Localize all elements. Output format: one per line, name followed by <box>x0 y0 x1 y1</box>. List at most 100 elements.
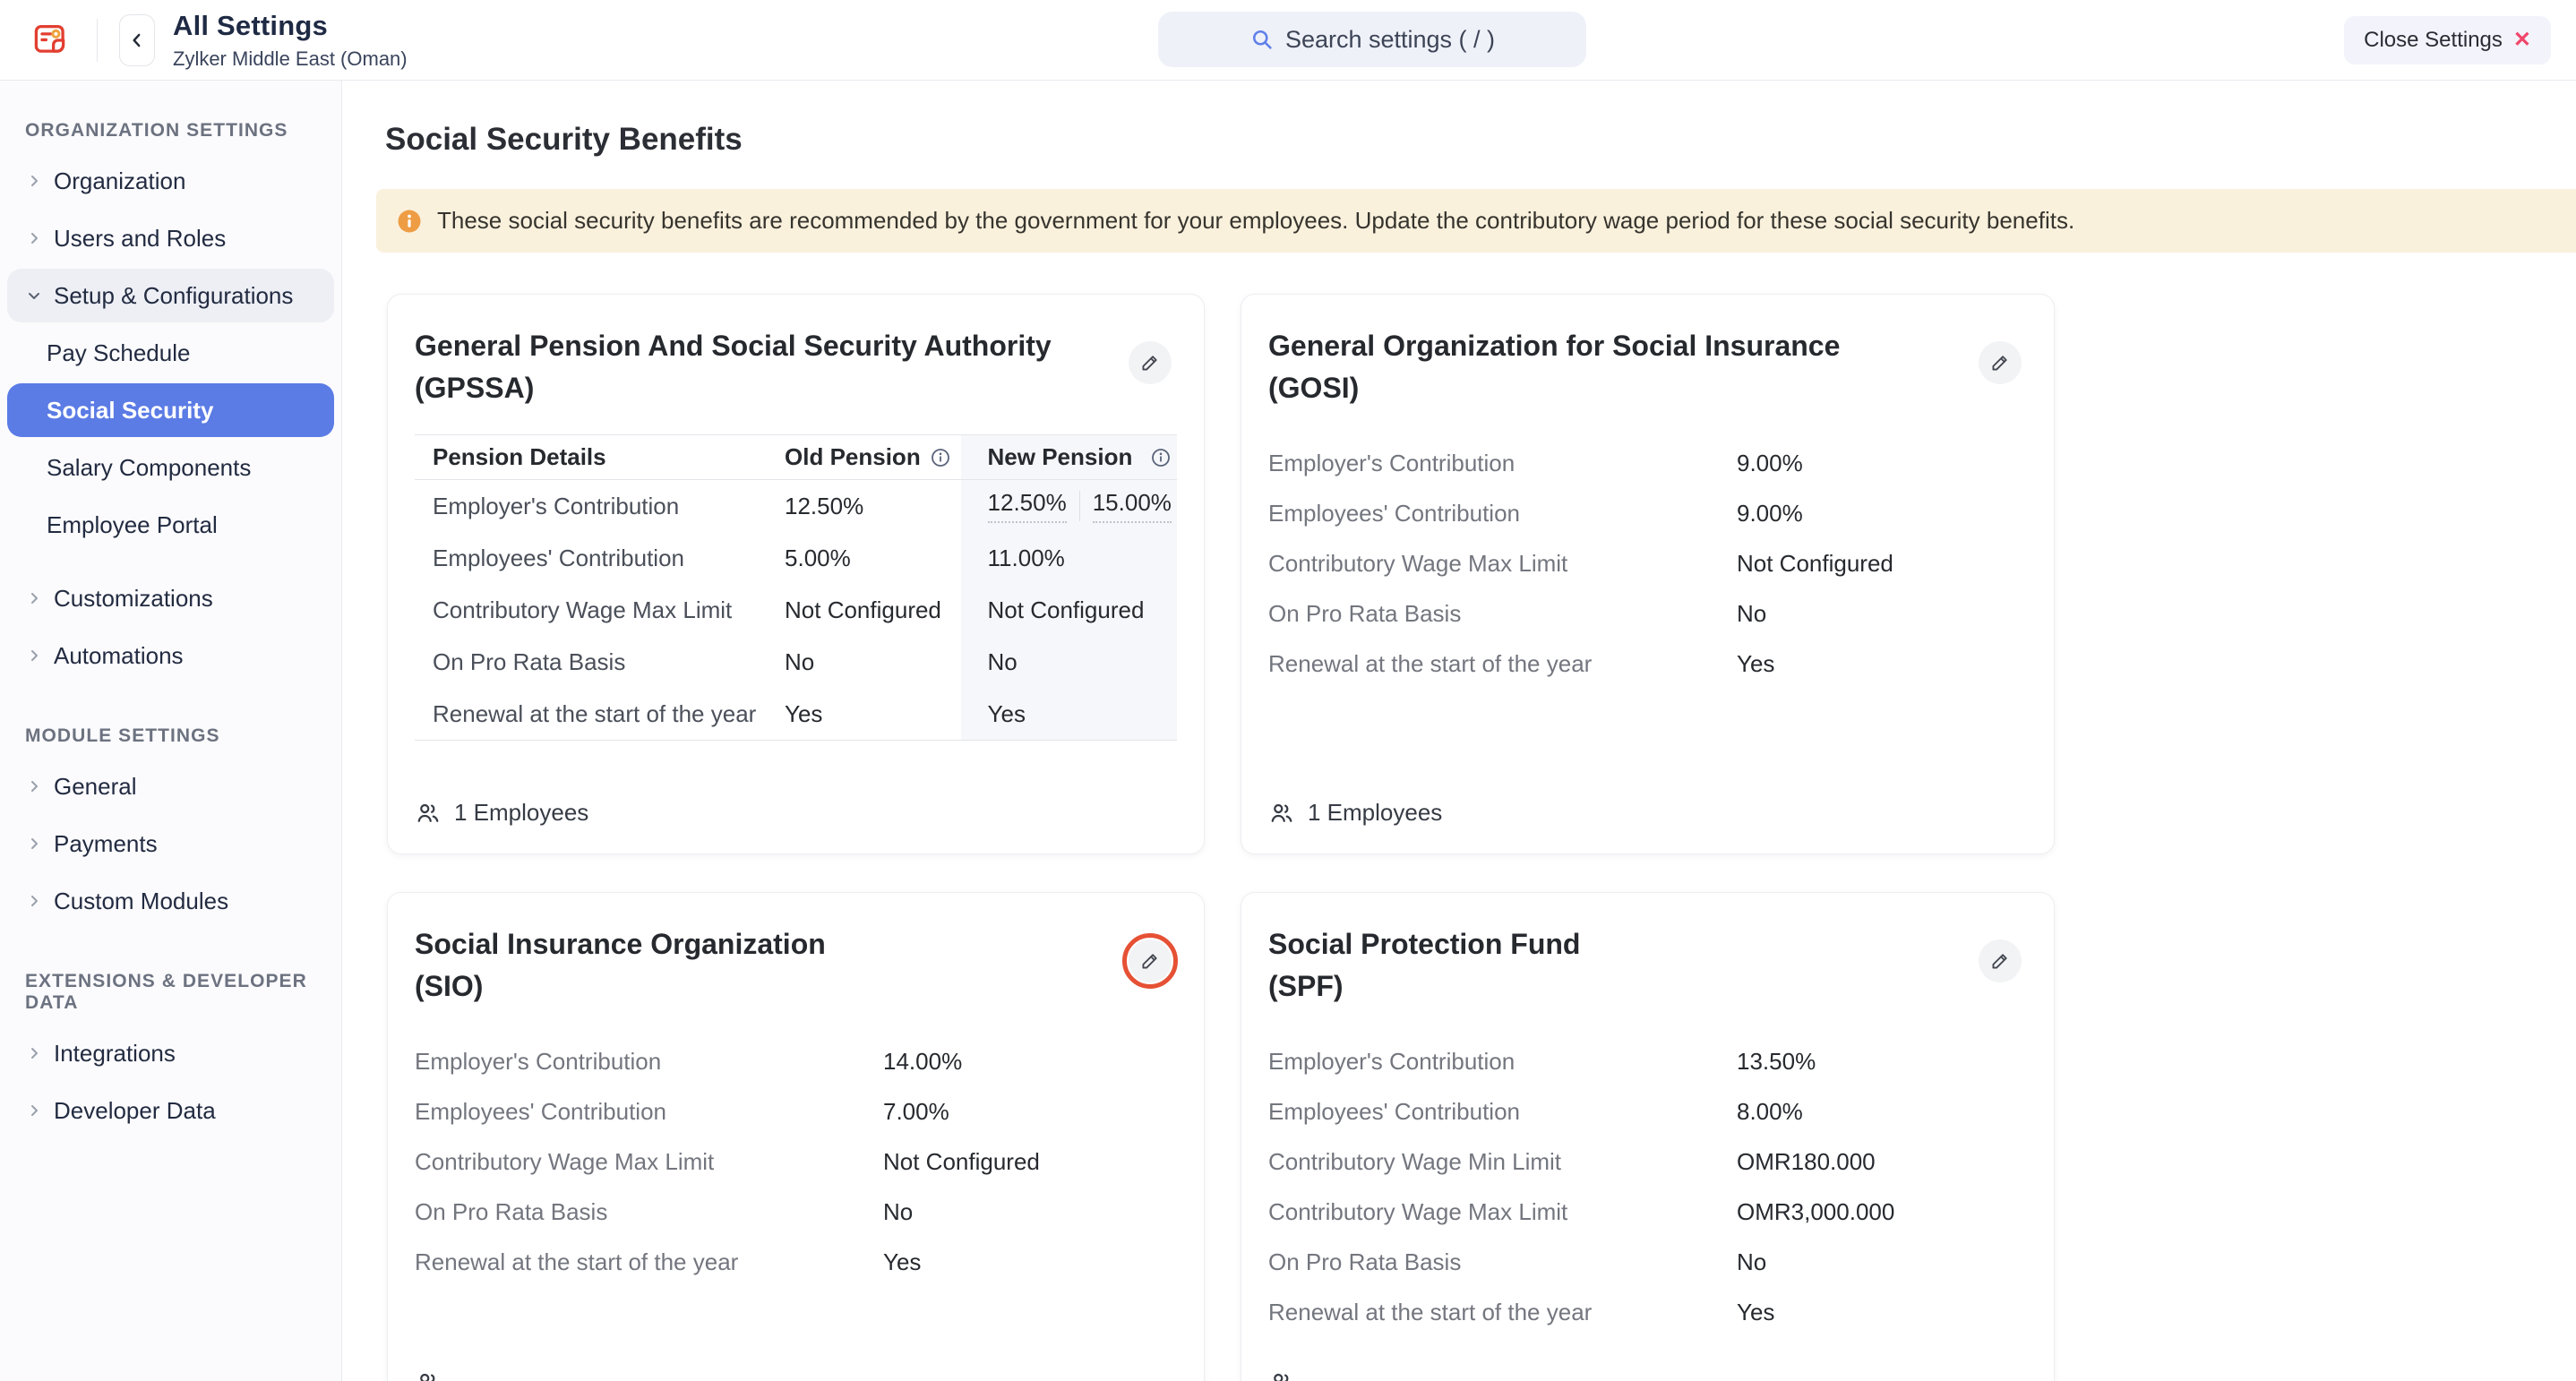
pencil-icon <box>1138 949 1162 973</box>
chevron-right-icon <box>25 1044 43 1062</box>
chevron-right-icon <box>25 647 43 665</box>
employer-old-rate-value[interactable]: 12.50% <box>988 489 1067 523</box>
info-circle-icon[interactable] <box>1150 447 1172 468</box>
gosi-employees-count[interactable]: 1 Employees <box>1268 788 2027 827</box>
detail-row: Employer's Contribution14.00% <box>415 1036 1177 1086</box>
detail-row: Contributory Wage Max LimitOMR3,000.000 <box>1268 1187 2027 1237</box>
card-gosi: General Organization for Social Insuranc… <box>1241 294 2055 854</box>
card-gpssa: General Pension And Social Security Auth… <box>387 294 1205 854</box>
sidebar-item-pay-schedule[interactable]: Pay Schedule <box>7 326 334 380</box>
sidebar-item-organization[interactable]: Organization <box>7 154 334 208</box>
col-pension-details: Pension Details <box>415 443 785 471</box>
detail-row: On Pro Rata BasisNo <box>415 1187 1177 1237</box>
sidebar-item-setup-configurations[interactable]: Setup & Configurations <box>7 269 334 322</box>
chevron-right-icon <box>25 892 43 910</box>
detail-row: Contributory Wage Max LimitNot Configure… <box>1268 538 2027 588</box>
sidebar-item-general[interactable]: General <box>7 759 334 813</box>
back-button[interactable] <box>119 14 155 66</box>
employer-new-rate-value[interactable]: 15.00% <box>1093 489 1172 523</box>
detail-row: Employer's Contribution9.00% <box>1268 438 2027 488</box>
info-circle-icon <box>396 208 423 235</box>
detail-row: Contributory Wage Min LimitOMR180.000 <box>1268 1137 2027 1187</box>
card-gpssa-title: General Pension And Social Security Auth… <box>415 325 1095 409</box>
sio-details: Employer's Contribution14.00% Employees'… <box>415 1036 1177 1287</box>
settings-sidebar: ORGANIZATION SETTINGS Organization Users… <box>0 81 342 1381</box>
app-logo[interactable] <box>32 21 72 60</box>
chevron-right-icon <box>25 777 43 795</box>
users-icon <box>1268 800 1295 827</box>
search-icon <box>1249 27 1275 52</box>
users-icon <box>415 1369 442 1381</box>
pension-table: Pension Details Old Pension New Pension … <box>415 434 1177 741</box>
sidebar-section-module-settings: MODULE SETTINGS <box>25 725 341 747</box>
users-icon <box>415 800 442 827</box>
info-banner: These social security benefits are recom… <box>376 189 2576 253</box>
users-icon <box>1268 1369 1295 1381</box>
table-row: Renewal at the start of the year Yes Yes <box>415 688 1177 740</box>
pencil-icon <box>1988 949 2012 973</box>
organization-name: Zylker Middle East (Oman) <box>173 47 408 71</box>
detail-row: Employees' Contribution8.00% <box>1268 1086 2027 1137</box>
card-spf-title: Social Protection Fund (SPF) <box>1268 923 1949 1008</box>
chevron-left-icon <box>127 30 147 50</box>
card-spf: Social Protection Fund (SPF) Employer's … <box>1241 892 2055 1381</box>
card-sio-title: Social Insurance Organization (SIO) <box>415 923 1095 1008</box>
card-sio: Social Insurance Organization (SIO) Empl… <box>387 892 1205 1381</box>
header-divider <box>97 19 98 62</box>
sidebar-item-customizations[interactable]: Customizations <box>7 571 334 625</box>
sidebar-item-automations[interactable]: Automations <box>7 629 334 682</box>
sidebar-section-organization-settings: ORGANIZATION SETTINGS <box>25 120 341 142</box>
header-title-block: All Settings Zylker Middle East (Oman) <box>173 10 408 71</box>
pencil-icon <box>1138 351 1162 374</box>
chevron-right-icon <box>25 589 43 607</box>
page-title: Social Security Benefits <box>385 122 743 158</box>
card-gosi-title: General Organization for Social Insuranc… <box>1268 325 1949 409</box>
sidebar-item-employee-portal[interactable]: Employee Portal <box>7 498 334 552</box>
edit-spf-button[interactable] <box>1979 939 2022 982</box>
detail-row: Employer's Contribution13.50% <box>1268 1036 2027 1086</box>
table-row: Contributory Wage Max Limit Not Configur… <box>415 584 1177 636</box>
sidebar-section-extensions-developer-data: EXTENSIONS & DEVELOPER DATA <box>25 971 341 1014</box>
table-row: On Pro Rata Basis No No <box>415 636 1177 688</box>
detail-row: On Pro Rata BasisNo <box>1268 588 2027 639</box>
sidebar-item-social-security[interactable]: Social Security <box>7 383 334 437</box>
page-header-title: All Settings <box>173 10 408 42</box>
value-separator <box>1079 491 1080 521</box>
main-content: Social Security Benefits These social se… <box>342 81 2576 1381</box>
sidebar-item-integrations[interactable]: Integrations <box>7 1026 334 1080</box>
spf-employees-count[interactable] <box>1268 1359 2027 1381</box>
gosi-details: Employer's Contribution9.00% Employees' … <box>1268 438 2027 689</box>
sidebar-item-custom-modules[interactable]: Custom Modules <box>7 874 334 928</box>
close-icon: ✕ <box>2513 30 2531 51</box>
close-settings-button[interactable]: Close Settings ✕ <box>2344 16 2551 64</box>
sidebar-item-payments[interactable]: Payments <box>7 817 334 871</box>
gpssa-employees-count[interactable]: 1 Employees <box>415 788 1177 827</box>
chevron-right-icon <box>25 835 43 853</box>
search-settings-input[interactable]: Search settings ( / ) <box>1158 12 1586 67</box>
edit-sio-button[interactable] <box>1129 939 1172 982</box>
detail-row: Renewal at the start of the yearYes <box>1268 639 2027 689</box>
pencil-icon <box>1988 351 2012 374</box>
info-circle-icon[interactable] <box>930 447 951 468</box>
detail-row: Employees' Contribution9.00% <box>1268 488 2027 538</box>
detail-row: Contributory Wage Max LimitNot Configure… <box>415 1137 1177 1187</box>
sidebar-item-salary-components[interactable]: Salary Components <box>7 441 334 494</box>
edit-gpssa-button[interactable] <box>1129 341 1172 384</box>
col-old-pension: Old Pension <box>785 443 961 471</box>
detail-row: Renewal at the start of the yearYes <box>1268 1287 2027 1337</box>
close-settings-label: Close Settings <box>2364 28 2503 53</box>
app-header: All Settings Zylker Middle East (Oman) S… <box>0 0 2576 81</box>
sidebar-item-users-and-roles[interactable]: Users and Roles <box>7 211 334 265</box>
sidebar-item-developer-data[interactable]: Developer Data <box>7 1084 334 1137</box>
edit-gosi-button[interactable] <box>1979 341 2022 384</box>
spf-details: Employer's Contribution13.50% Employees'… <box>1268 1036 2027 1337</box>
col-new-pension: New Pension <box>961 435 1177 479</box>
search-placeholder: Search settings ( / ) <box>1285 26 1495 54</box>
table-row: Employees' Contribution 5.00% 11.00% <box>415 532 1177 584</box>
payroll-app-logo-icon <box>32 21 72 60</box>
table-row: Employer's Contribution 12.50% 12.50% 15… <box>415 480 1177 532</box>
sio-employees-count[interactable] <box>415 1359 1177 1381</box>
detail-row: Employees' Contribution7.00% <box>415 1086 1177 1137</box>
chevron-right-icon <box>25 229 43 247</box>
new-pension-split-cell: 12.50% 15.00% <box>961 480 1177 532</box>
